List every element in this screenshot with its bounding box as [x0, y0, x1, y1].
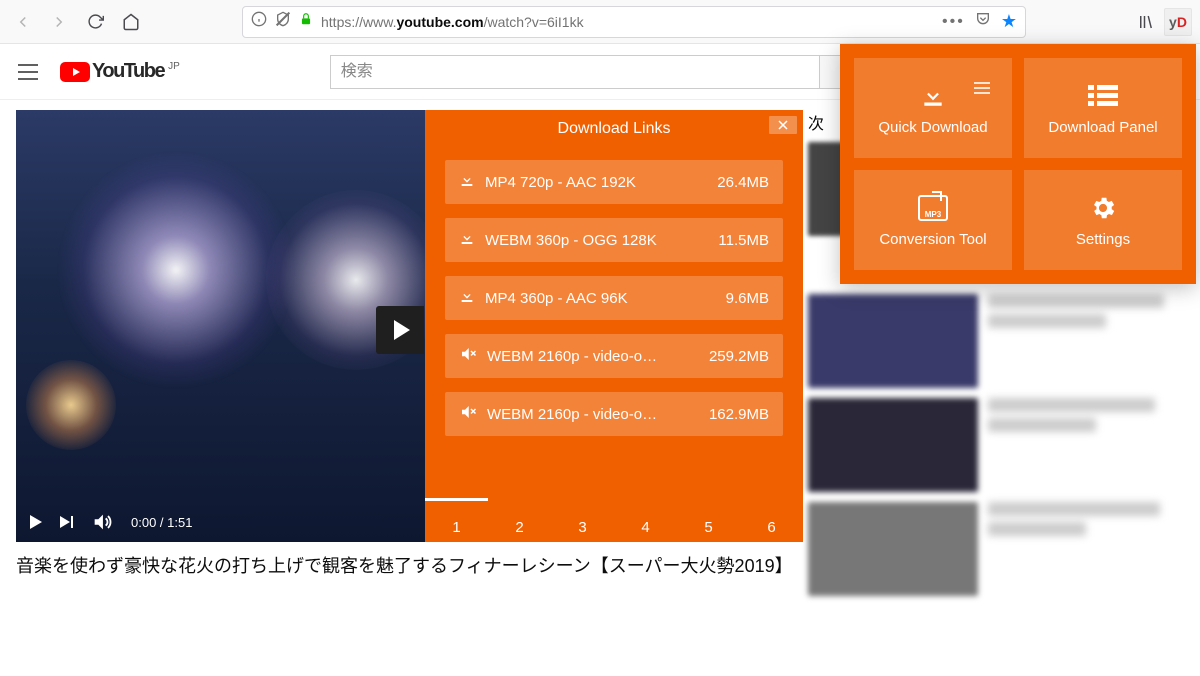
page-6[interactable]: 6 — [740, 498, 803, 542]
mute-icon — [459, 345, 477, 367]
page-5[interactable]: 5 — [677, 498, 740, 542]
next-button[interactable] — [60, 516, 73, 528]
tile-label: Download Panel — [1048, 119, 1157, 136]
download-label: MP4 720p - AAC 192K — [485, 174, 707, 191]
download-panel-header: Download Links — [425, 110, 803, 148]
play-button[interactable] — [30, 515, 42, 529]
download-size: 259.2MB — [709, 348, 769, 365]
youtube-icon — [60, 62, 90, 82]
reload-button[interactable] — [80, 7, 110, 37]
related-item[interactable] — [808, 502, 1184, 596]
download-list: MP4 720p - AAC 192K 26.4MB WEBM 360p - OGG… — [425, 148, 803, 498]
tile-label: Conversion Tool — [879, 231, 986, 248]
download-label: MP4 360p - AAC 96K — [485, 290, 716, 307]
gear-icon — [1089, 193, 1117, 223]
download-label: WEBM 360p - OGG 128K — [485, 232, 708, 249]
related-item[interactable] — [808, 398, 1184, 492]
close-button[interactable] — [769, 116, 797, 134]
library-icon[interactable] — [1132, 8, 1160, 36]
youtube-wordmark: YouTube — [92, 60, 164, 83]
hamburger-mini-icon — [974, 82, 990, 94]
settings-tile[interactable]: Settings — [1024, 170, 1182, 270]
download-size: 162.9MB — [709, 406, 769, 423]
home-button[interactable] — [116, 7, 146, 37]
yd-extension-icon[interactable]: yD — [1164, 8, 1192, 36]
guide-menu-button[interactable] — [16, 60, 40, 84]
mp3-file-icon: MP3 — [918, 193, 948, 223]
page-1[interactable]: 1 — [425, 498, 488, 542]
url-text: https://www.youtube.com/watch?v=6iI1kk — [321, 14, 584, 30]
download-item[interactable]: WEBM 2160p - video-o… 259.2MB — [445, 334, 783, 378]
search-form — [330, 55, 884, 89]
volume-button[interactable] — [91, 511, 113, 533]
extension-popup: Quick Download Download Panel MP3 Conver… — [840, 44, 1196, 284]
video-frame-decoration — [26, 360, 116, 450]
big-play-button[interactable] — [376, 306, 424, 354]
download-label: WEBM 2160p - video-o… — [487, 406, 699, 423]
related-item[interactable] — [808, 294, 1184, 388]
conversion-tool-tile[interactable]: MP3 Conversion Tool — [854, 170, 1012, 270]
download-icon — [918, 81, 948, 111]
nav-forward-button — [44, 7, 74, 37]
video-title: 音楽を使わず豪快な花火の打ち上げで観客を魅了するフィナーレシーン【スーパー大火勢… — [16, 554, 784, 579]
tile-label: Settings — [1076, 231, 1130, 248]
download-item[interactable]: MP4 720p - AAC 192K 26.4MB — [445, 160, 783, 204]
download-size: 9.6MB — [726, 290, 769, 307]
download-label: WEBM 2160p - video-o… — [487, 348, 699, 365]
pocket-icon[interactable] — [975, 11, 991, 32]
bookmark-star-icon[interactable]: ★ — [1001, 11, 1017, 32]
primary-column: 0:00 / 1:51 Download Links MP4 720p - AA… — [16, 110, 784, 606]
page-actions-icon[interactable]: ••• — [942, 13, 965, 31]
page-4[interactable]: 4 — [614, 498, 677, 542]
tracking-icon[interactable] — [275, 11, 291, 32]
download-item[interactable]: WEBM 2160p - video-o… 162.9MB — [445, 392, 783, 436]
url-bar[interactable]: https://www.youtube.com/watch?v=6iI1kk •… — [242, 6, 1026, 38]
time-display: 0:00 / 1:51 — [131, 515, 192, 530]
download-size: 11.5MB — [718, 232, 769, 249]
download-icon — [459, 288, 475, 308]
download-panel-tile[interactable]: Download Panel — [1024, 58, 1182, 158]
tile-label: Quick Download — [878, 119, 987, 136]
download-links-panel: Download Links MP4 720p - AAC 192K 26.4MB… — [425, 110, 803, 542]
nav-back-button — [8, 7, 38, 37]
mute-icon — [459, 403, 477, 425]
site-info-icon[interactable] — [251, 11, 267, 32]
lock-icon[interactable] — [299, 12, 313, 31]
list-icon — [1088, 81, 1118, 111]
browser-toolbar: https://www.youtube.com/watch?v=6iI1kk •… — [0, 0, 1200, 44]
youtube-region: JP — [168, 61, 180, 72]
download-icon — [459, 230, 475, 250]
download-panel-title: Download Links — [558, 120, 671, 138]
download-icon — [459, 172, 475, 192]
download-pagination: 123456 — [425, 498, 803, 542]
page-2[interactable]: 2 — [488, 498, 551, 542]
download-size: 26.4MB — [717, 174, 769, 191]
download-item[interactable]: WEBM 360p - OGG 128K 11.5MB — [445, 218, 783, 262]
page-3[interactable]: 3 — [551, 498, 614, 542]
video-frame-decoration — [56, 150, 296, 390]
search-input[interactable] — [330, 55, 820, 89]
quick-download-tile[interactable]: Quick Download — [854, 58, 1012, 158]
download-item[interactable]: MP4 360p - AAC 96K 9.6MB — [445, 276, 783, 320]
youtube-logo[interactable]: YouTube JP — [60, 60, 180, 83]
